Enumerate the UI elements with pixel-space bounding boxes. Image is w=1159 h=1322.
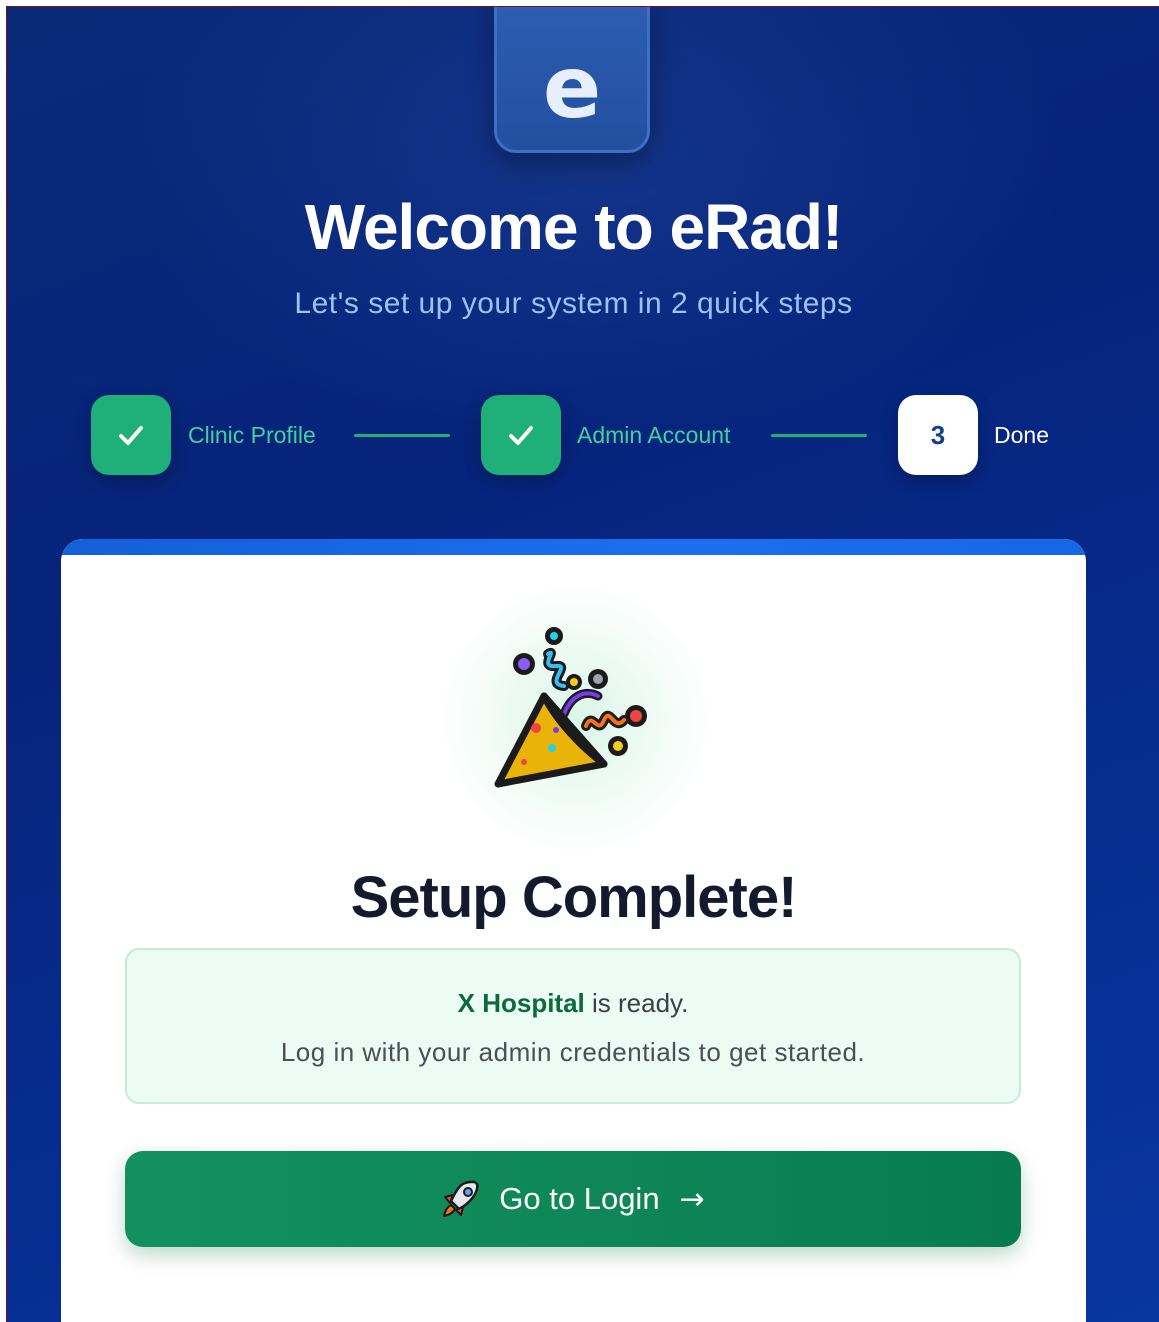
go-to-login-label: Go to Login xyxy=(499,1181,660,1216)
ready-text: is ready. xyxy=(584,988,689,1018)
party-popper-icon xyxy=(494,627,647,788)
step-2-indicator xyxy=(481,395,561,475)
step-1-indicator xyxy=(91,395,171,475)
app-frame: e Welcome to eRad! Let's set up your sys… xyxy=(6,6,1159,1322)
ready-message: X Hospital is ready. xyxy=(127,988,1019,1019)
arrow-right-icon: → xyxy=(679,1181,705,1217)
step-connector xyxy=(771,434,867,437)
check-icon xyxy=(509,426,533,445)
app-logo: e xyxy=(494,7,650,153)
step-connector xyxy=(354,434,450,437)
card-top-accent xyxy=(61,539,1086,555)
check-icon xyxy=(119,426,143,445)
step-3-number: 3 xyxy=(930,419,946,450)
logo-letter: e xyxy=(542,38,602,138)
go-to-login-button[interactable]: Go to Login → xyxy=(125,1151,1021,1247)
success-info-box: X Hospital is ready. Log in with your ad… xyxy=(125,948,1021,1104)
login-instructions: Log in with your admin credentials to ge… xyxy=(280,1037,866,1067)
hospital-name: X Hospital xyxy=(457,988,585,1018)
step-2-label: Admin Account xyxy=(577,422,731,448)
page-title: Welcome to eRad! xyxy=(304,191,844,263)
step-1-label: Clinic Profile xyxy=(188,422,316,448)
step-3-indicator: 3 xyxy=(898,395,978,475)
setup-complete-heading: Setup Complete! xyxy=(350,865,798,930)
rocket-icon xyxy=(443,1180,479,1217)
setup-complete-card: Setup Complete! X Hospital is ready. Log… xyxy=(61,539,1086,1322)
step-3-label: Done xyxy=(994,422,1049,448)
page-subtitle: Let's set up your system in 2 quick step… xyxy=(294,287,853,320)
